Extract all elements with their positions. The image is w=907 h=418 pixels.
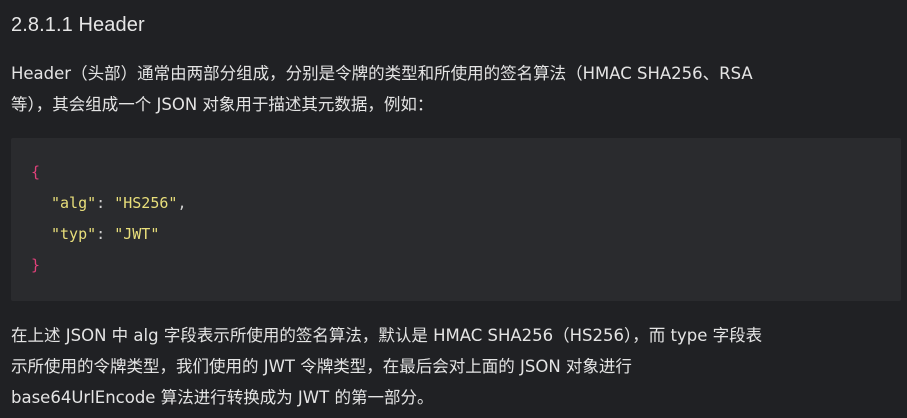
intro-paragraph: Header（头部）通常由两部分组成，分别是令牌的类型和所使用的签名算法（HMA… (11, 58, 897, 120)
code-line-alg: "alg": "HS256", (31, 188, 186, 219)
code-line-typ: "typ": "JWT" (31, 219, 186, 250)
code-lines: { "alg": "HS256", "typ": "JWT" } (31, 157, 186, 281)
code-key-typ: "typ" (51, 225, 97, 243)
code-colon: : (96, 225, 115, 243)
outro-line-2: 示所使用的令牌类型，我们使用的 JWT 令牌类型，在最后会对上面的 JSON 对… (11, 357, 632, 376)
section-heading: 2.8.1.1 Header (11, 14, 145, 36)
code-comma: , (177, 194, 187, 212)
close-brace: } (31, 256, 41, 274)
code-line-open: { (31, 157, 186, 188)
code-block: { "alg": "HS256", "typ": "JWT" } (11, 138, 901, 301)
intro-line-1: Header（头部）通常由两部分组成，分别是令牌的类型和所使用的签名算法（HMA… (11, 64, 753, 83)
open-brace: { (31, 163, 41, 181)
code-value-typ: "JWT" (114, 225, 160, 243)
code-key-alg: "alg" (51, 194, 97, 212)
outro-line-3: base64UrlEncode 算法进行转换成为 JWT 的第一部分。 (11, 388, 434, 407)
outro-line-1: 在上述 JSON 中 alg 字段表示所使用的签名算法，默认是 HMAC SHA… (11, 326, 763, 345)
code-colon: : (96, 194, 115, 212)
intro-line-2: 等），其会组成一个 JSON 对象用于描述其元数据，例如： (11, 95, 434, 114)
code-line-close: } (31, 250, 186, 281)
code-value-alg: "HS256" (114, 194, 178, 212)
outro-paragraph: 在上述 JSON 中 alg 字段表示所使用的签名算法，默认是 HMAC SHA… (11, 320, 897, 413)
document-page: 2.8.1.1 Header Header（头部）通常由两部分组成，分别是令牌的… (0, 0, 907, 418)
